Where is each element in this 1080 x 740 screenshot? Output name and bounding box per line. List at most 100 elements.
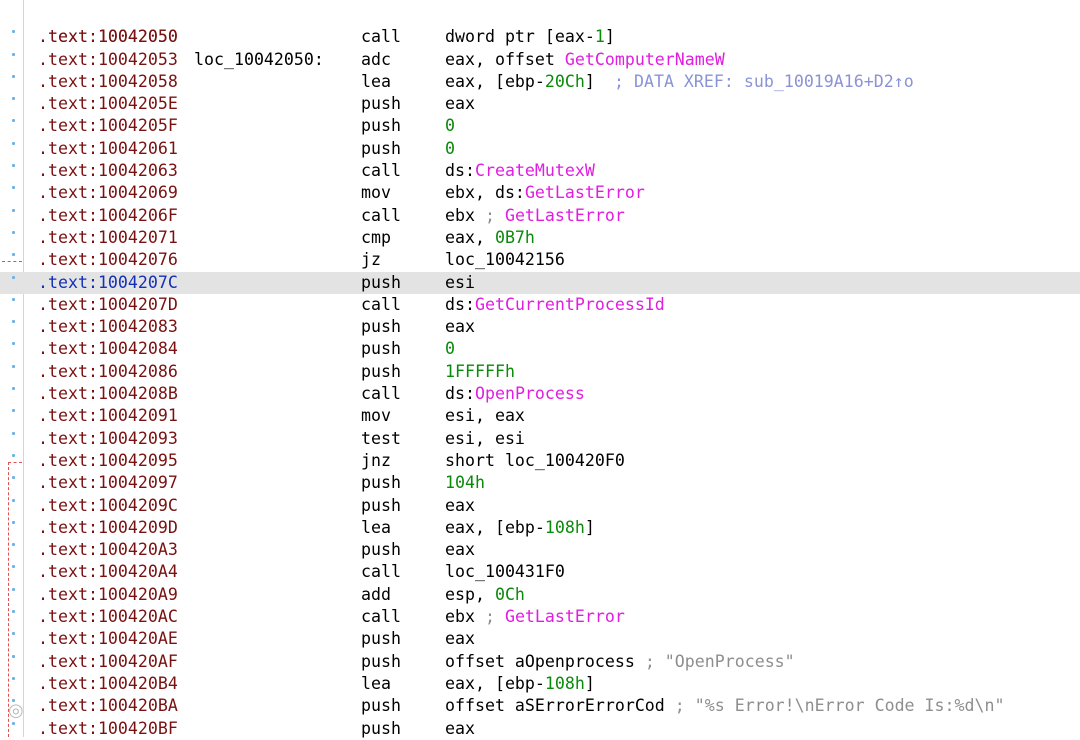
operand-text: esp, (445, 584, 495, 604)
mnemonic: call (361, 562, 401, 582)
instruction-row[interactable]: .text:1004208B call ds:OpenProcess (0, 383, 1080, 405)
operand-text: eax, [ebp- (445, 71, 545, 91)
gutter-dot-icon (12, 30, 15, 34)
operands[interactable]: 0 (445, 115, 455, 137)
instruction-row[interactable]: .text:10042071 cmp eax, 0B7h (0, 227, 1080, 249)
operands[interactable]: ebx, ds:GetLastError (445, 182, 645, 204)
gutter-dot-icon (12, 632, 15, 636)
instruction-row[interactable]: .text:10042083 push eax (0, 316, 1080, 338)
operands[interactable]: eax, offset GetComputerNameW (445, 49, 725, 71)
operands[interactable]: esi (445, 272, 475, 294)
mnemonic: test (361, 428, 401, 448)
instruction-row[interactable]: .text:10042084 push 0 (0, 338, 1080, 360)
instruction-row[interactable]: .text:100420AE push eax (0, 628, 1080, 650)
operands[interactable]: 0 (445, 138, 455, 160)
operands[interactable]: eax, [ebp-20Ch] (445, 71, 595, 93)
address: .text:100420AC (38, 607, 178, 627)
address: .text:10042053 (38, 49, 178, 69)
address: .text:10042093 (38, 428, 178, 448)
instruction-row[interactable]: .text:100420BF push eax (0, 718, 1080, 740)
address: .text:100420A3 (38, 540, 178, 560)
operands[interactable]: eax (445, 495, 475, 517)
instruction-row[interactable]: .text:10042061 push 0 (0, 138, 1080, 160)
instruction-row[interactable]: .text:10042058 lea eax, [ebp-20Ch] (0, 71, 1080, 93)
api-symbol[interactable]: GetLastError (505, 607, 625, 626)
instruction-row[interactable]: .text:10042063 call ds:CreateMutexW (0, 160, 1080, 182)
operand-text: esi, esi (445, 428, 525, 448)
mnemonic: call (361, 607, 401, 627)
operand-text: ebx (445, 607, 485, 627)
address: .text:100420A4 (38, 562, 178, 582)
operands[interactable]: esp, 0Ch (445, 584, 525, 606)
instruction-row[interactable]: .text:1004209D lea eax, [ebp-108h] (0, 517, 1080, 539)
listing-header-row[interactable]: .text:10042050 loc_10042050: ; DATA XREF… (0, 4, 1080, 91)
instruction-row[interactable]: .text:100420A3 push eax (0, 539, 1080, 561)
address: .text:1004208B (38, 384, 178, 404)
operands[interactable]: eax (445, 93, 475, 115)
api-symbol[interactable]: GetLastError (505, 206, 625, 225)
instruction-row[interactable]: .text:100420A9 add esp, 0Ch (0, 584, 1080, 606)
operands[interactable]: offset aSErrorErrorCod ; "%s Error!\nErr… (445, 695, 1004, 717)
instruction-row[interactable]: .text:10042086 push 1FFFFFh (0, 361, 1080, 383)
address: .text:100420BA (38, 696, 178, 716)
address: .text:100420AE (38, 629, 178, 649)
instruction-row[interactable]: .text:1004207C push esi (0, 271, 1080, 294)
operands[interactable]: loc_100431F0 (445, 561, 565, 583)
operands[interactable]: offset aOpenprocess ; "OpenProcess" (445, 651, 795, 673)
instruction-row[interactable]: .text:100420BA push offset aSErrorErrorCod… (0, 695, 1080, 717)
operands[interactable]: 1FFFFFh (445, 361, 515, 383)
operands[interactable]: eax (445, 316, 475, 338)
operands[interactable]: ds:OpenProcess (445, 383, 585, 405)
api-symbol[interactable]: GetCurrentProcessId (475, 295, 665, 314)
operands[interactable]: ebx ; GetLastError (445, 606, 625, 628)
instruction-row[interactable]: .text:10042053 adc eax, offset GetComputer… (0, 49, 1080, 71)
instruction-row[interactable]: .text:100420A4 call loc_100431F0 (0, 561, 1080, 583)
address: .text:10042058 (38, 71, 178, 91)
operands[interactable]: short loc_100420F0 (445, 450, 625, 472)
mnemonic: push (361, 317, 401, 337)
operands[interactable]: eax (445, 718, 475, 740)
mnemonic: call (361, 205, 401, 225)
instruction-row[interactable]: .text:1004205E push eax (0, 93, 1080, 115)
api-symbol[interactable]: GetComputerNameW (565, 50, 725, 69)
instruction-row[interactable]: .text:10042091 mov esi, eax (0, 405, 1080, 427)
operands[interactable]: ds:GetCurrentProcessId (445, 294, 665, 316)
operands[interactable]: esi, eax (445, 405, 525, 427)
instruction-row[interactable]: .text:100420B4 lea eax, [ebp-108h] (0, 673, 1080, 695)
comment-text: ; "%s Error!\nError Code Is:%d\n" (674, 696, 1005, 716)
instruction-row[interactable]: .text:10042076 jz loc_10042156 (0, 249, 1080, 271)
operands[interactable]: ebx ; GetLastError (445, 205, 625, 227)
operands[interactable]: eax (445, 628, 475, 650)
operands[interactable]: ds:CreateMutexW (445, 160, 595, 182)
api-symbol[interactable]: OpenProcess (475, 384, 585, 403)
instruction-row[interactable]: .text:100420AF push offset aOpenprocess ; … (0, 651, 1080, 673)
instruction-row[interactable]: .text:10042069 mov ebx, ds:GetLastError (0, 182, 1080, 204)
instruction-row[interactable]: .text:10042095 jnz short loc_100420F0 (0, 450, 1080, 472)
numeric-operand: 0Ch (494, 584, 525, 604)
operands[interactable]: loc_10042156 (445, 249, 565, 271)
operands[interactable]: 104h (445, 472, 485, 494)
instruction-row[interactable]: .text:1004209C push eax (0, 495, 1080, 517)
address: .text:1004206F (38, 205, 178, 225)
api-symbol[interactable]: CreateMutexW (475, 161, 595, 180)
instruction-row[interactable]: .text:1004207D call ds:GetCurrentProcessId (0, 294, 1080, 316)
gutter-dot-icon (12, 297, 15, 301)
operands[interactable]: dword ptr [eax-1] (445, 26, 615, 48)
instruction-row[interactable]: .text:10042050 call dword ptr [eax-1] (0, 26, 1080, 48)
disassembly-listing[interactable]: .text:10042050 loc_10042050: ; DATA XREF… (0, 4, 1080, 740)
operands[interactable]: eax, 0B7h (445, 227, 535, 249)
api-symbol[interactable]: GetLastError (525, 183, 645, 202)
instruction-row[interactable]: .text:100420AC call ebx ; GetLastError (0, 606, 1080, 628)
mnemonic: lea (361, 71, 391, 91)
instruction-row[interactable]: .text:10042093 test esi, esi (0, 428, 1080, 450)
operands[interactable]: eax (445, 539, 475, 561)
operands[interactable]: esi, esi (445, 428, 525, 450)
operands[interactable]: eax, [ebp-108h] (445, 673, 595, 695)
instruction-row[interactable]: .text:10042097 push 104h (0, 472, 1080, 494)
operand-text: offset aSErrorErrorCod (445, 696, 675, 716)
instruction-row[interactable]: .text:1004205F push 0 (0, 115, 1080, 137)
instruction-row[interactable]: .text:1004206F call ebx ; GetLastError (0, 205, 1080, 227)
gutter-dot-icon (12, 97, 15, 101)
operands[interactable]: eax, [ebp-108h] (445, 517, 595, 539)
operands[interactable]: 0 (445, 338, 455, 360)
